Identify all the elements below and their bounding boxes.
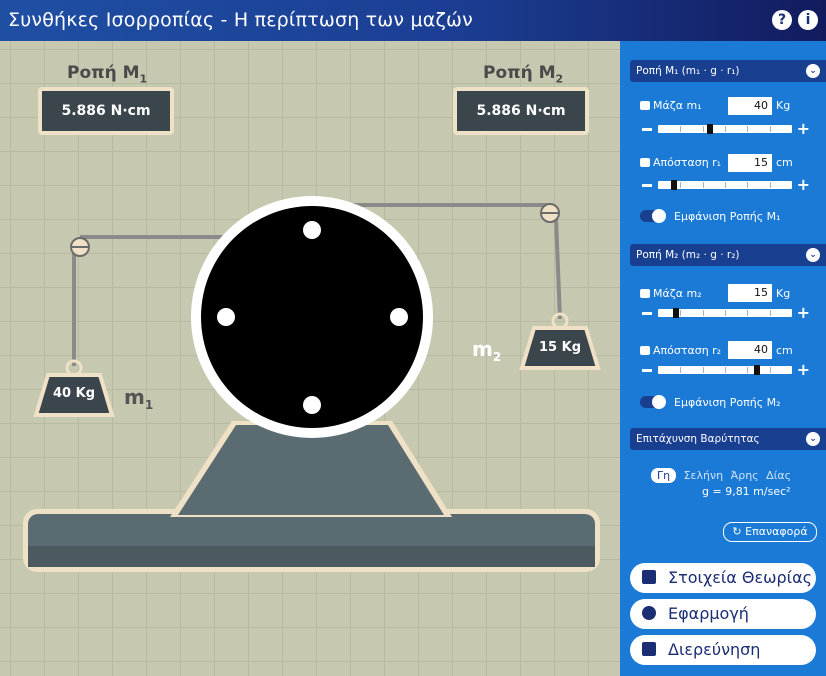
theory-button[interactable]: Στοιχεία Θεωρίας bbox=[630, 563, 816, 593]
mass2-row: Μάζα m₂ bbox=[640, 287, 702, 300]
mass1-input[interactable]: 40 bbox=[728, 97, 772, 115]
slider-tick bbox=[725, 126, 726, 132]
dist2-input[interactable]: 40 bbox=[728, 341, 772, 359]
app-title: Συνθήκες Ισορροπίας - Η περίπτωση των μα… bbox=[8, 9, 473, 31]
section-gravity[interactable]: Επιτάχυνση Βαρύτητας ⌄ bbox=[630, 428, 826, 450]
slider-tick bbox=[769, 367, 771, 373]
gravity-options: Γη Σελήνη Άρης Δίας bbox=[651, 468, 795, 483]
toggle2-row[interactable]: Εμφάνιση Ροπής M₂ bbox=[640, 395, 781, 409]
dist2-unit: cm bbox=[776, 344, 793, 357]
info-icon[interactable]: i bbox=[798, 10, 818, 30]
chevron-down-icon[interactable]: ⌄ bbox=[806, 248, 820, 262]
mass1-slider[interactable]: + bbox=[642, 121, 810, 137]
dist1-slider[interactable]: + bbox=[642, 177, 810, 193]
disc-hole-bottom bbox=[303, 396, 321, 414]
lock-icon[interactable] bbox=[640, 289, 650, 298]
chevron-down-icon[interactable]: ⌄ bbox=[806, 64, 820, 78]
mass2-unit: Kg bbox=[776, 287, 791, 300]
slider-tick bbox=[725, 367, 726, 373]
help-icon[interactable]: ? bbox=[772, 10, 792, 30]
disc-hole-left bbox=[217, 308, 235, 326]
dist1-input[interactable]: 15 bbox=[728, 154, 772, 172]
disc-hole-right bbox=[390, 308, 408, 326]
slider-tick bbox=[702, 367, 704, 373]
slider-tick bbox=[769, 126, 771, 132]
plus-icon[interactable]: + bbox=[797, 121, 810, 137]
slider-tick bbox=[725, 182, 726, 188]
refresh-icon: ↻ bbox=[732, 525, 742, 538]
slider-thumb[interactable] bbox=[754, 365, 760, 375]
mass2-slider[interactable]: + bbox=[642, 305, 810, 321]
section-moment1[interactable]: Ροπή M₁ (m₁ · g · r₁) ⌄ bbox=[630, 60, 826, 82]
toggle1-row[interactable]: Εμφάνιση Ροπής M₁ bbox=[640, 209, 781, 223]
simulation-stage: Ροπή M1 5.886 N·cm Ροπή M2 5.886 N·cm 40… bbox=[0, 41, 620, 676]
dist2-slider[interactable]: + bbox=[642, 362, 810, 378]
slider-tick bbox=[702, 310, 704, 316]
gravity-value: g = 9,81 m/sec² bbox=[702, 485, 791, 498]
mass1-row: Μάζα m₁ bbox=[640, 99, 702, 112]
reset-button[interactable]: ↻ Επαναφορά bbox=[723, 522, 817, 542]
section-moment2[interactable]: Ροπή M₂ (m₂ · g · r₂) ⌄ bbox=[630, 244, 826, 266]
slider-tick bbox=[680, 310, 682, 316]
slider-tick bbox=[769, 182, 771, 188]
minus-icon[interactable] bbox=[642, 369, 652, 372]
application-button[interactable]: Εφαρμογή bbox=[630, 599, 816, 629]
slider-tick bbox=[702, 126, 704, 132]
toggle-switch[interactable] bbox=[640, 395, 666, 409]
flask-icon bbox=[642, 642, 656, 656]
mass2-symbol: m2 bbox=[472, 337, 502, 364]
plus-icon[interactable]: + bbox=[797, 305, 810, 321]
slider-tick bbox=[680, 126, 682, 132]
pedestal bbox=[178, 425, 444, 515]
minus-icon[interactable] bbox=[642, 312, 652, 315]
dist1-unit: cm bbox=[776, 156, 793, 169]
slider-tick bbox=[747, 367, 749, 373]
lock-icon[interactable] bbox=[640, 346, 650, 355]
minus-icon[interactable] bbox=[642, 184, 652, 187]
slider-tick bbox=[725, 310, 726, 316]
gravity-option-moon[interactable]: Σελήνη bbox=[684, 469, 724, 482]
slider-tick bbox=[769, 310, 771, 316]
gravity-option-mars[interactable]: Άρης bbox=[731, 469, 759, 482]
minus-icon[interactable] bbox=[642, 128, 652, 131]
weight1-label: 40 Kg bbox=[53, 386, 95, 401]
mass1-unit: Kg bbox=[776, 99, 791, 112]
plus-icon[interactable]: + bbox=[797, 362, 810, 378]
mass1-symbol: m1 bbox=[124, 385, 154, 412]
dist2-row: Απόσταση r₂ bbox=[640, 344, 721, 357]
graduate-icon bbox=[642, 570, 656, 584]
slider-thumb[interactable] bbox=[670, 180, 677, 190]
weight2-label: 15 Kg bbox=[539, 340, 581, 355]
slider-tick bbox=[747, 182, 749, 188]
investigation-button[interactable]: Διερεύνηση bbox=[630, 635, 816, 665]
user-gear-icon bbox=[642, 606, 656, 620]
slider-thumb[interactable] bbox=[673, 308, 680, 318]
slider-tick bbox=[680, 182, 682, 188]
base-platform-shadow bbox=[28, 546, 595, 567]
lock-icon[interactable] bbox=[640, 158, 650, 167]
lock-icon[interactable] bbox=[640, 101, 650, 110]
slider-tick bbox=[702, 182, 704, 188]
slider-thumb[interactable] bbox=[706, 124, 713, 134]
mass2-input[interactable]: 15 bbox=[728, 284, 772, 302]
dist1-row: Απόσταση r₁ bbox=[640, 156, 721, 169]
control-panel: Ροπή M₁ (m₁ · g · r₁) ⌄ Μάζα m₁ 40 Kg + Α… bbox=[620, 41, 826, 676]
chevron-down-icon[interactable]: ⌄ bbox=[806, 432, 820, 446]
gravity-option-jupiter[interactable]: Δίας bbox=[766, 469, 791, 482]
title-bar: Συνθήκες Ισορροπίας - Η περίπτωση των μα… bbox=[0, 0, 826, 41]
string-right-vertical bbox=[554, 218, 562, 320]
gravity-option-earth[interactable]: Γη bbox=[651, 468, 677, 483]
slider-tick bbox=[680, 367, 682, 373]
plus-icon[interactable]: + bbox=[797, 177, 810, 193]
slider-tick bbox=[747, 126, 749, 132]
disc-hole-top bbox=[303, 221, 321, 239]
balance-apparatus bbox=[23, 196, 601, 572]
toggle-switch[interactable] bbox=[640, 209, 666, 223]
slider-tick bbox=[747, 310, 749, 316]
